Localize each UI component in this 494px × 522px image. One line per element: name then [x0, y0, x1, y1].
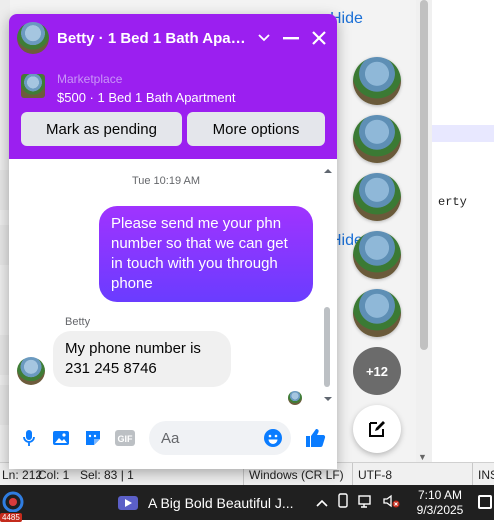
editor-scrollbar-thumb[interactable] [420, 0, 428, 350]
status-encoding: UTF-8 [358, 468, 392, 482]
message-input-placeholder: Aa [161, 430, 180, 447]
composer: GIF Aa [9, 409, 337, 469]
notification-icon[interactable] [478, 495, 492, 509]
chathead-avatar[interactable] [353, 289, 401, 337]
clock[interactable]: 7:10 AM 9/3/2025 [412, 488, 468, 518]
new-message-button[interactable] [353, 405, 401, 453]
close-icon[interactable] [307, 26, 331, 50]
taskbar-app-button[interactable]: 4485 [0, 490, 32, 522]
read-receipt-avatar [288, 391, 302, 405]
system-tray [316, 493, 400, 512]
outgoing-message[interactable]: Please send me your phn number so that w… [99, 206, 313, 302]
line-highlight [432, 125, 494, 142]
status-line: Ln: 212 [2, 468, 43, 482]
more-options-button[interactable]: More options [187, 112, 325, 146]
photo-icon[interactable] [51, 428, 71, 448]
editor-pane[interactable] [432, 0, 494, 462]
volume-muted-icon[interactable] [382, 493, 400, 512]
message-timestamp: Tue 10:19 AM [131, 175, 201, 187]
scroll-down-arrow-icon[interactable]: ▼ [418, 452, 427, 462]
chevron-down-icon[interactable] [252, 26, 276, 50]
code-text: erty [438, 195, 467, 209]
microphone-icon[interactable] [19, 428, 39, 448]
sticker-icon[interactable] [83, 428, 103, 448]
app-badge: 4485 [0, 513, 22, 522]
compose-icon [369, 421, 385, 437]
thumbs-up-icon[interactable] [303, 426, 327, 450]
sender-name: Betty [65, 316, 91, 328]
chathead-avatar[interactable] [353, 173, 401, 221]
contact-avatar[interactable] [17, 22, 49, 54]
listing-label: Marketplace [57, 72, 123, 86]
svg-text:GIF: GIF [118, 434, 134, 444]
message-thread[interactable]: Tue 10:19 AM Please send me your phn num… [9, 159, 337, 409]
phone-link-icon[interactable] [336, 493, 350, 512]
more-chats-button[interactable]: +12 [353, 347, 401, 395]
chathead-avatar[interactable] [353, 231, 401, 279]
status-col: Col: 1 [38, 468, 70, 482]
listing-thumbnail[interactable] [21, 74, 45, 98]
chat-scrollbar-thumb[interactable] [324, 307, 330, 387]
incoming-message[interactable]: My phone number is 231 245 8746 [53, 331, 231, 387]
minimize-icon[interactable] [279, 26, 303, 50]
clock-time: 7:10 AM [417, 488, 463, 502]
play-icon [118, 496, 138, 510]
sender-avatar[interactable] [17, 357, 45, 385]
status-mode: INS [478, 468, 494, 482]
chathead-avatar[interactable] [353, 115, 401, 163]
scroll-down-arrow-icon[interactable] [322, 395, 334, 403]
media-widget[interactable]: A Big Bold Beautiful J... [118, 491, 294, 515]
message-input[interactable]: Aa [149, 421, 291, 455]
scroll-up-arrow-icon[interactable] [322, 167, 334, 175]
chat-header: Betty · 1 Bed 1 Bath Apartment Marketpla… [9, 14, 337, 159]
chat-window: Betty · 1 Bed 1 Bath Apartment Marketpla… [9, 14, 337, 469]
taskbar: 4485 A Big Bold Beautiful J... 7:10 AM 9… [0, 485, 494, 522]
gif-icon[interactable]: GIF [115, 428, 135, 448]
listing-title[interactable]: $500 · 1 Bed 1 Bath Apartment [57, 90, 236, 105]
more-chats-count: +12 [365, 363, 389, 379]
network-icon[interactable] [358, 493, 374, 512]
chevron-up-icon[interactable] [316, 495, 328, 511]
emoji-icon[interactable] [263, 428, 283, 448]
mark-as-pending-button[interactable]: Mark as pending [21, 112, 182, 146]
clock-date: 9/3/2025 [416, 503, 464, 517]
app-icon [2, 491, 24, 513]
status-eol: Windows (CR LF) [249, 468, 344, 482]
media-title: A Big Bold Beautiful J... [148, 495, 294, 511]
chathead-avatar[interactable] [353, 57, 401, 105]
chat-title[interactable]: Betty · 1 Bed 1 Bath Apartment [57, 30, 247, 47]
status-sel: Sel: 83 | 1 [80, 468, 134, 482]
